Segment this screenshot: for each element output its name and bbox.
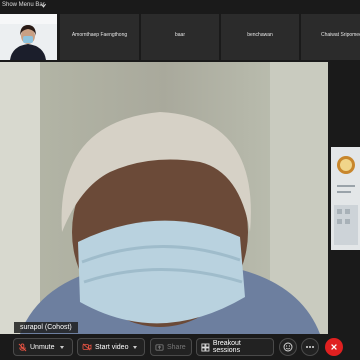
participant-tile-self-video[interactable] <box>0 14 57 60</box>
more-dots-icon <box>306 346 314 348</box>
speaker-video-frame <box>0 62 328 334</box>
participant-tile[interactable]: baar <box>141 14 219 60</box>
meeting-toolbar: Unmute Start video Share Breakout sessio… <box>0 334 360 360</box>
breakout-sessions-label: Breakout sessions <box>212 340 241 354</box>
show-menu-bar-label[interactable]: Show Menu Bar <box>2 2 45 8</box>
participant-name: Amornthaep Faengthong <box>71 32 128 38</box>
leave-meeting-button[interactable] <box>325 338 343 356</box>
unmute-label: Unmute <box>30 343 55 351</box>
reactions-button[interactable] <box>279 338 297 356</box>
breakout-icon <box>201 343 210 351</box>
smiley-icon <box>283 342 293 352</box>
side-video-frame <box>331 147 360 250</box>
more-options-button[interactable] <box>301 338 319 356</box>
side-participant-video[interactable] <box>331 147 360 250</box>
participant-name: Chaiwat Sripomee <box>321 32 360 38</box>
participant-name: baar <box>174 32 185 38</box>
menu-bar[interactable]: Show Menu Bar <box>0 0 360 13</box>
video-off-icon <box>82 343 92 351</box>
share-icon <box>155 343 164 351</box>
start-video-button[interactable]: Start video <box>77 338 145 356</box>
share-button[interactable]: Share <box>150 338 192 356</box>
participant-tile[interactable]: benchawan <box>221 14 299 60</box>
participant-tile[interactable]: Amornthaep Faengthong <box>60 14 139 60</box>
microphone-muted-icon <box>18 342 27 351</box>
chevron-down-icon[interactable] <box>133 345 138 349</box>
breakout-sessions-button[interactable]: Breakout sessions <box>196 338 274 356</box>
unmute-button[interactable]: Unmute <box>13 338 73 356</box>
chevron-down-icon[interactable] <box>40 2 47 9</box>
participant-video <box>0 14 57 60</box>
participant-strip: Amornthaep Faengthong baar benchawan Cha… <box>0 14 360 60</box>
start-video-label: Start video <box>95 343 129 351</box>
share-label: Share <box>167 343 186 351</box>
participant-tile[interactable]: Chaiwat Sripomee <box>301 14 360 60</box>
main-speaker-video[interactable] <box>0 62 328 334</box>
chevron-down-icon[interactable] <box>59 345 64 349</box>
close-icon <box>331 344 337 350</box>
speaker-name-label: surapol (Cohost) <box>14 322 78 333</box>
participant-name: benchawan <box>247 32 273 38</box>
